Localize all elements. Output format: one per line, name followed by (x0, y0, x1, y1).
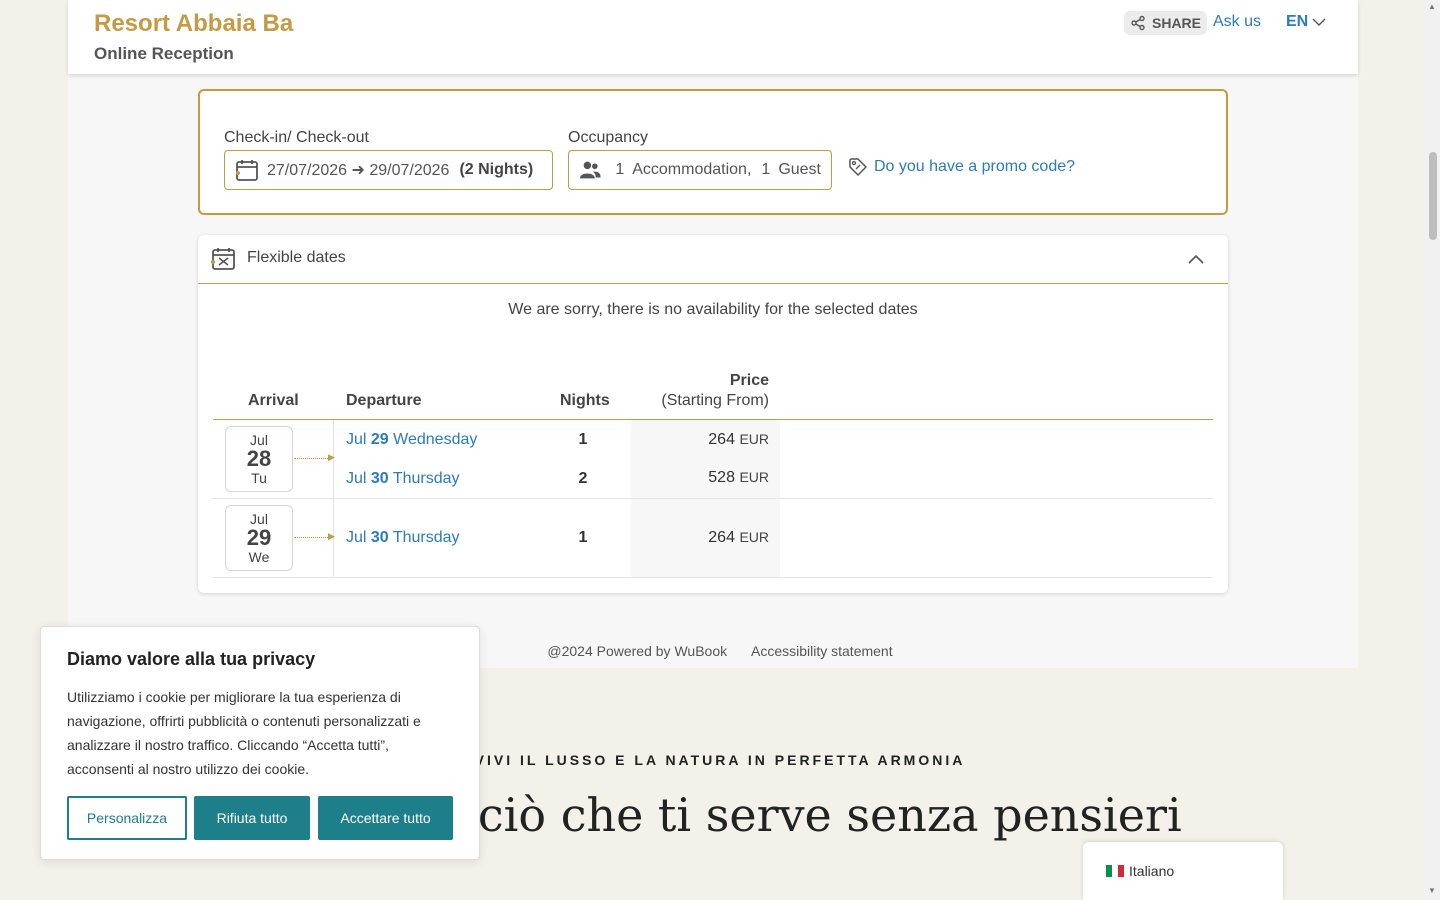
italy-flag-icon (1106, 865, 1124, 877)
arrival-weekday: We (248, 549, 270, 565)
accessibility-link[interactable]: Accessibility statement (751, 643, 893, 659)
cookie-title: Diamo valore alla tua privacy (67, 649, 316, 669)
price-value: 264 EUR (631, 529, 769, 547)
departure-day: 30 (370, 529, 389, 546)
search-panel: Check-in/ Check-out 27/07/2026 ➜ 29/07/2… (198, 89, 1228, 215)
price-amount: 264 (708, 431, 735, 448)
departure-day: 29 (370, 431, 389, 448)
nights-value: 2 (578, 470, 588, 487)
price-amount: 528 (708, 469, 735, 486)
departure-month: Jul (346, 431, 367, 448)
flexible-dates-card: Flexible dates We are sorry, there is no… (198, 235, 1228, 593)
price-value: 528 EUR (631, 469, 769, 487)
cookie-banner: Diamo valore alla tua privacy Utilizziam… (40, 626, 480, 860)
promo-code-label: Do you have a promo code? (874, 158, 1076, 175)
col-price-sub: (Starting From) (661, 392, 769, 409)
language-code: EN (1286, 13, 1309, 30)
top-bar: Resort Abbaia Ba Online Reception SHARE … (68, 0, 1358, 74)
arrival-month: Jul (250, 432, 268, 448)
arrow-right-icon: ▶ (328, 531, 335, 541)
scrollbar-thumb[interactable] (1429, 152, 1437, 240)
customize-button[interactable]: Personalizza (67, 796, 187, 840)
occupancy-label: Occupancy (568, 129, 649, 146)
cookie-text: Utilizziamo i cookie per migliorare la t… (67, 689, 421, 777)
language-selector[interactable]: EN (1286, 13, 1326, 31)
price-currency: EUR (739, 431, 769, 447)
checkin-label: Check-in/ Check-out (224, 129, 369, 146)
departure-option-link[interactable]: Jul 29 Wednesday (346, 431, 477, 449)
arrival-weekday: Tu (251, 470, 267, 486)
date-range-field[interactable]: 27/07/2026 ➜ 29/07/2026 (2 Nights) (224, 150, 553, 190)
brand-subtitle: Online Reception (94, 44, 234, 63)
price-currency: EUR (739, 469, 769, 485)
tag-icon (849, 158, 867, 176)
departure-option-link[interactable]: Jul 30 Thursday (346, 529, 460, 547)
nights-count: (2 Nights) (459, 161, 534, 178)
col-price: Price (729, 372, 769, 389)
departure-option-link[interactable]: Jul 30 Thursday (346, 470, 460, 488)
arrival-day: 29 (246, 525, 272, 550)
share-button[interactable]: SHARE (1124, 11, 1208, 35)
column-divider (333, 420, 334, 578)
language-switcher[interactable]: Italiano (1083, 842, 1283, 900)
scroll-up-icon[interactable]: ▲ (1428, 2, 1436, 11)
price-currency: EUR (739, 529, 769, 545)
arrow-right-icon: ▶ (328, 452, 335, 462)
flexible-dates-title: Flexible dates (247, 249, 346, 266)
accommodations-count: 1 (615, 161, 625, 178)
accommodations-label: Accommodation, (632, 161, 752, 178)
nights-value: 1 (578, 431, 588, 448)
departure-weekday: Thursday (392, 529, 460, 546)
table-header-divider (213, 419, 1213, 420)
reject-all-button[interactable]: Rifiuta tutto (194, 796, 310, 840)
departure-month: Jul (346, 470, 367, 487)
col-departure: Departure (346, 392, 422, 409)
arrow-connector (294, 458, 332, 459)
calendar-flexible-icon (210, 248, 235, 270)
share-icon (1131, 15, 1145, 31)
promo-code-link[interactable]: Do you have a promo code? (848, 157, 1075, 177)
guests-label: Guest (778, 161, 821, 178)
powered-by-link[interactable]: @2024 Powered by WuBook (547, 643, 727, 659)
departure-weekday: Thursday (392, 470, 460, 487)
row-divider (213, 498, 1213, 499)
col-arrival: Arrival (248, 392, 299, 409)
brand-name[interactable]: Resort Abbaia Ba (94, 10, 293, 38)
no-availability-message: We are sorry, there is no availability f… (508, 301, 918, 318)
chevron-down-icon (1312, 18, 1326, 26)
chevron-up-icon[interactable] (1188, 254, 1204, 264)
arrival-month: Jul (250, 511, 268, 527)
arrival-day: 28 (246, 446, 272, 471)
arrow-connector (294, 537, 332, 538)
price-amount: 264 (708, 529, 735, 546)
share-label: SHARE (1152, 15, 1202, 31)
accept-all-button[interactable]: Accettare tutto (318, 796, 453, 840)
row-divider (213, 577, 1213, 578)
language-switcher-label: Italiano (1129, 863, 1175, 879)
col-nights: Nights (560, 392, 610, 409)
ask-us-link[interactable]: Ask us (1213, 13, 1261, 31)
price-value: 264 EUR (631, 431, 769, 449)
page-scrollbar[interactable]: ▲ ▼ (1425, 0, 1440, 900)
departure-weekday: Wednesday (393, 431, 478, 448)
guests-icon (579, 161, 601, 179)
arrival-date-box: Jul 28 Tu (225, 426, 293, 492)
departure-month: Jul (346, 529, 367, 546)
flexible-dates-header[interactable]: Flexible dates (198, 235, 1228, 284)
guests-count: 1 (761, 161, 771, 178)
calendar-icon (236, 160, 258, 181)
departure-day: 30 (370, 470, 389, 487)
arrival-date-box: Jul 29 We (225, 505, 293, 571)
occupancy-field[interactable]: 1 Accommodation, 1 Guest (568, 150, 832, 190)
scroll-down-icon[interactable]: ▼ (1428, 886, 1436, 895)
nights-value: 1 (578, 529, 588, 546)
date-range-value: 27/07/2026 ➜ 29/07/2026 (267, 162, 450, 179)
